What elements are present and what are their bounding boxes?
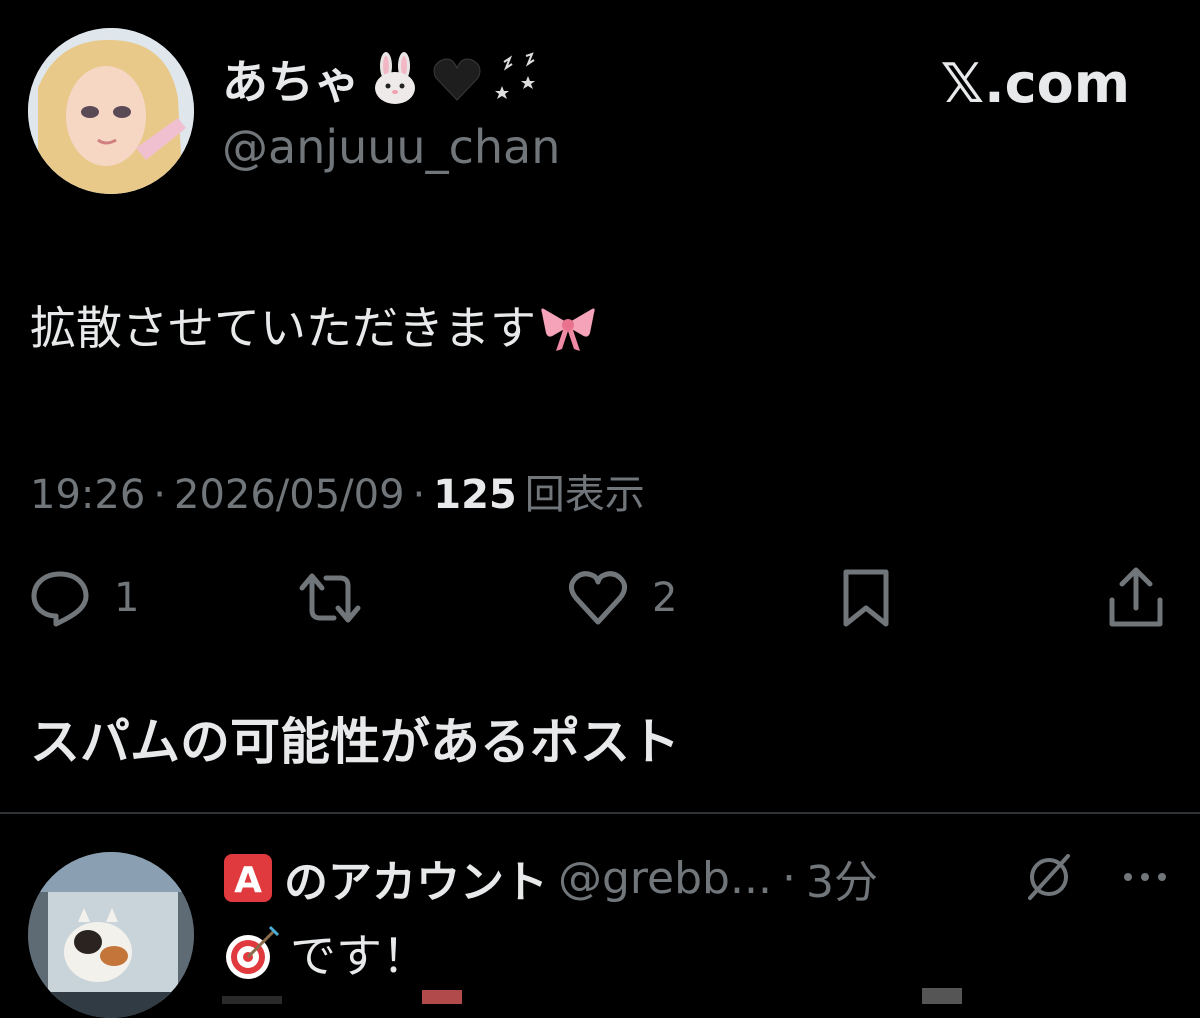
rabbit-face-icon xyxy=(375,52,415,104)
black-heart-icon xyxy=(433,58,481,101)
views-count: 125 xyxy=(433,472,517,518)
cut-off-line xyxy=(222,988,962,1004)
post-meta: 19:26 · 2026/05/09 · 125 回表示 xyxy=(30,462,645,520)
reply-text: です！ xyxy=(222,920,428,986)
post-date[interactable]: 2026/05/09 xyxy=(174,472,405,518)
reply-handle[interactable]: @grebb... xyxy=(558,853,772,904)
section-divider xyxy=(0,812,1200,814)
reply-icon xyxy=(31,571,89,627)
reply-avatar-image xyxy=(28,852,194,1018)
reply-text-overflow xyxy=(222,982,982,1004)
heart-icon xyxy=(568,571,628,625)
share-button[interactable] xyxy=(1104,566,1168,630)
bookmark-icon xyxy=(843,569,889,627)
meta-separator: · xyxy=(153,472,166,518)
post-text: 拡散させていただきます xyxy=(30,292,598,358)
reply-text-content: です！ xyxy=(290,929,428,983)
reply-time[interactable]: 3分 xyxy=(806,846,878,910)
views-label: 回表示 xyxy=(524,472,645,518)
repost-icon xyxy=(299,573,361,623)
like-count: 2 xyxy=(652,575,678,621)
grok-icon[interactable] xyxy=(1024,852,1074,902)
reply-author-avatar[interactable] xyxy=(28,852,194,1018)
like-button[interactable]: 2 xyxy=(566,566,677,630)
ribbon-icon xyxy=(541,308,595,351)
post-time[interactable]: 19:26 xyxy=(30,472,145,518)
author-name-row[interactable]: あちゃ xyxy=(222,46,546,112)
reply-count: 1 xyxy=(114,575,140,621)
author-avatar[interactable] xyxy=(28,28,194,194)
x-com-brand: 𝕏.com xyxy=(940,52,1130,115)
more-options-icon[interactable] xyxy=(1120,867,1170,887)
reply-header: A のアカウント @grebb... · 3分 xyxy=(222,846,878,910)
letter-a-badge-icon: A xyxy=(224,854,272,902)
share-icon xyxy=(1109,567,1163,627)
bookmark-button[interactable] xyxy=(834,566,898,630)
reply-button[interactable]: 1 xyxy=(28,566,139,630)
repost-button[interactable] xyxy=(298,566,362,630)
direct-hit-icon xyxy=(226,925,280,979)
author-display-name: あちゃ xyxy=(222,55,360,109)
reply-actions xyxy=(1024,852,1170,902)
author-handle[interactable]: @anjuuu_chan xyxy=(222,120,560,174)
dizzy-sparkles-icon xyxy=(495,52,535,99)
meta-separator: · xyxy=(412,472,426,518)
spam-section-heading: スパムの可能性があるポスト xyxy=(30,713,680,771)
reply-display-name[interactable]: のアカウント xyxy=(284,846,548,910)
author-avatar-image xyxy=(28,28,194,194)
svg-text:A: A xyxy=(234,860,262,901)
reply-separator: · xyxy=(781,852,796,904)
post-text-content: 拡散させていただきます xyxy=(30,301,536,355)
